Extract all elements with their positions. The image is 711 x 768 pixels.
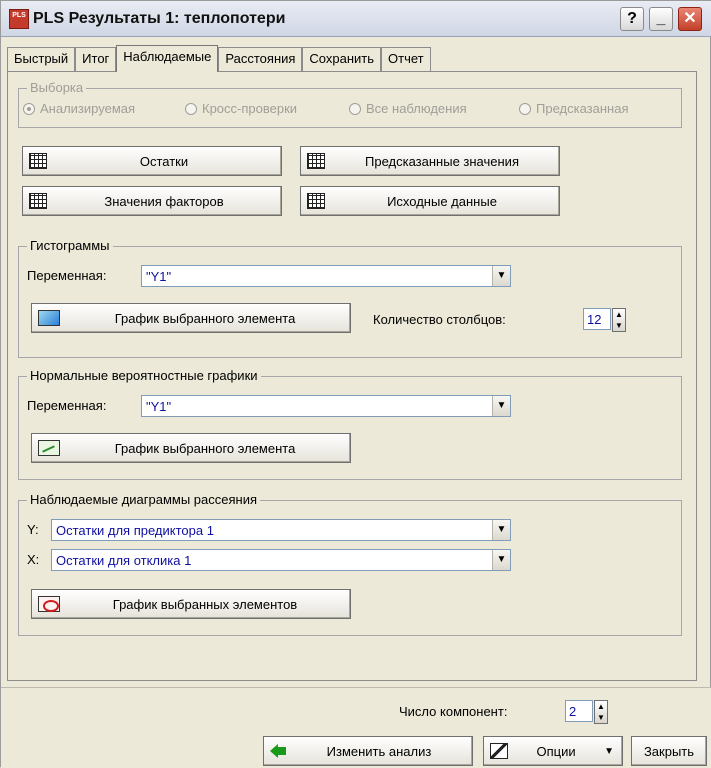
radio-dot-icon bbox=[349, 102, 361, 115]
factor-values-button-label: Значения факторов bbox=[104, 193, 224, 209]
tab-distances[interactable]: Расстояния bbox=[218, 47, 303, 71]
histogram-chart-icon bbox=[38, 310, 60, 326]
dialog-footer: Число компонент: 2 ▲ ▼ Изменить анализ Оп… bbox=[1, 687, 711, 768]
residuals-button-label: Остатки bbox=[139, 153, 189, 169]
components-count-spinner[interactable]: 2 ▲ ▼ bbox=[565, 700, 608, 724]
pls-results-window: PLS PLS Результаты 1: теплопотери ? _ ✕ … bbox=[0, 0, 711, 768]
sample-group: Выборка Анализируемая Кросс-проверки Все… bbox=[18, 80, 682, 128]
normal-variable-select[interactable]: "Y1" ▼ bbox=[141, 395, 511, 417]
tab-summary[interactable]: Итог bbox=[75, 47, 117, 71]
components-count-value: 2 bbox=[569, 704, 577, 719]
chevron-down-icon[interactable]: ▼ bbox=[492, 550, 510, 570]
y-axis-label: Y: bbox=[27, 522, 39, 537]
radio-cross-validation[interactable]: Кросс-проверки bbox=[185, 101, 297, 116]
source-data-button[interactable]: Исходные данные bbox=[300, 186, 560, 216]
options-button[interactable]: Опции ▼ bbox=[483, 736, 623, 766]
spin-up-icon[interactable]: ▲ bbox=[615, 310, 623, 319]
scatterplots-group-title: Наблюдаемые диаграммы рассеяния bbox=[27, 492, 261, 507]
tab-save[interactable]: Сохранить bbox=[302, 47, 382, 71]
back-arrow-icon bbox=[270, 744, 286, 758]
radio-dot-icon bbox=[23, 102, 35, 115]
modify-analysis-button-label: Изменить анализ bbox=[326, 743, 432, 759]
spreadsheet-icon bbox=[29, 153, 47, 169]
chevron-down-icon[interactable]: ▼ bbox=[492, 266, 510, 286]
y-variable-select[interactable]: Остатки для предиктора 1 ▼ bbox=[51, 519, 511, 541]
y-variable-value: Остатки для предиктора 1 bbox=[56, 523, 214, 538]
histogram-plot-button-label: График выбранного элемента bbox=[114, 310, 296, 326]
spin-up-icon[interactable]: ▲ bbox=[597, 702, 605, 711]
tab-observed[interactable]: Наблюдаемые bbox=[116, 45, 219, 72]
window-title: PLS Результаты 1: теплопотери bbox=[33, 10, 286, 27]
scatterplot-button-label: График выбранных элементов bbox=[112, 596, 298, 612]
radio-predicted[interactable]: Предсказанная bbox=[519, 101, 628, 116]
predicted-values-button[interactable]: Предсказанные значения bbox=[300, 146, 560, 176]
pls-app-icon: PLS bbox=[9, 9, 29, 29]
normal-probability-group-title: Нормальные вероятностные графики bbox=[27, 368, 261, 383]
close-window-button[interactable]: ✕ bbox=[678, 7, 702, 31]
normal-variable-value: "Y1" bbox=[146, 399, 172, 414]
scatterplot-button[interactable]: График выбранных элементов bbox=[31, 589, 351, 619]
chevron-down-icon[interactable]: ▼ bbox=[492, 520, 510, 540]
dropdown-arrow-icon: ▼ bbox=[604, 745, 614, 757]
close-button[interactable]: Закрыть bbox=[631, 736, 707, 766]
spin-down-icon[interactable]: ▼ bbox=[615, 321, 623, 330]
scatterplots-group: Наблюдаемые диаграммы рассеяния Y: Остат… bbox=[18, 492, 682, 636]
options-button-label: Опции bbox=[536, 743, 576, 759]
spreadsheet-icon bbox=[29, 193, 47, 209]
factor-values-button[interactable]: Значения факторов bbox=[22, 186, 282, 216]
modify-analysis-button[interactable]: Изменить анализ bbox=[263, 736, 473, 766]
histograms-variable-select[interactable]: "Y1" ▼ bbox=[141, 265, 511, 287]
scatterplot-icon bbox=[38, 596, 60, 612]
options-icon bbox=[490, 743, 508, 759]
radio-all-observations[interactable]: Все наблюдения bbox=[349, 101, 467, 116]
x-variable-value: Остатки для отклика 1 bbox=[56, 553, 192, 568]
tab-report[interactable]: Отчет bbox=[381, 47, 431, 71]
columns-count-label: Количество столбцов: bbox=[373, 312, 506, 327]
normal-plot-button[interactable]: График выбранного элемента bbox=[31, 433, 351, 463]
tab-panel-observed: Выборка Анализируемая Кросс-проверки Все… bbox=[7, 71, 697, 681]
radio-all-observations-label: Все наблюдения bbox=[366, 101, 467, 116]
histograms-variable-value: "Y1" bbox=[146, 269, 172, 284]
histograms-group-title: Гистограммы bbox=[27, 238, 113, 253]
sample-group-title: Выборка bbox=[27, 80, 87, 95]
radio-dot-icon bbox=[519, 102, 531, 115]
predicted-values-button-label: Предсказанные значения bbox=[365, 153, 519, 169]
help-button[interactable]: ? bbox=[620, 7, 644, 31]
spin-arrows-icon[interactable]: ▲ ▼ bbox=[594, 700, 608, 724]
chevron-down-icon[interactable]: ▼ bbox=[492, 396, 510, 416]
radio-analyzed-label: Анализируемая bbox=[40, 101, 136, 116]
normal-probability-group: Нормальные вероятностные графики Перемен… bbox=[18, 368, 682, 480]
histograms-variable-label: Переменная: bbox=[27, 268, 107, 283]
components-count-label: Число компонент: bbox=[399, 704, 508, 719]
normal-plot-button-label: График выбранного элемента bbox=[114, 440, 296, 456]
tab-bar: Быстрый Итог Наблюдаемые Расстояния Сохр… bbox=[7, 45, 431, 72]
minimize-button[interactable]: _ bbox=[649, 7, 673, 31]
residuals-button[interactable]: Остатки bbox=[22, 146, 282, 176]
radio-predicted-label: Предсказанная bbox=[536, 101, 629, 116]
spreadsheet-icon bbox=[307, 193, 325, 209]
normal-plot-icon bbox=[38, 440, 60, 456]
histograms-group: Гистограммы Переменная: "Y1" ▼ График вы… bbox=[18, 238, 682, 358]
spreadsheet-icon bbox=[307, 153, 325, 169]
close-button-label: Закрыть bbox=[643, 743, 695, 759]
source-data-button-label: Исходные данные bbox=[387, 193, 497, 209]
spin-arrows-icon[interactable]: ▲ ▼ bbox=[612, 308, 626, 332]
radio-analyzed[interactable]: Анализируемая bbox=[23, 101, 135, 116]
histogram-plot-button[interactable]: График выбранного элемента bbox=[31, 303, 351, 333]
columns-count-spinner[interactable]: 12 ▲ ▼ bbox=[583, 308, 626, 332]
title-bar: PLS PLS Результаты 1: теплопотери ? _ ✕ bbox=[1, 1, 711, 37]
radio-dot-icon bbox=[185, 102, 197, 115]
normal-variable-label: Переменная: bbox=[27, 398, 107, 413]
x-variable-select[interactable]: Остатки для отклика 1 ▼ bbox=[51, 549, 511, 571]
spin-down-icon[interactable]: ▼ bbox=[597, 713, 605, 722]
radio-cross-validation-label: Кросс-проверки bbox=[202, 101, 298, 116]
x-axis-label: X: bbox=[27, 552, 40, 567]
columns-count-value: 12 bbox=[587, 312, 602, 327]
tab-quick[interactable]: Быстрый bbox=[7, 47, 76, 71]
